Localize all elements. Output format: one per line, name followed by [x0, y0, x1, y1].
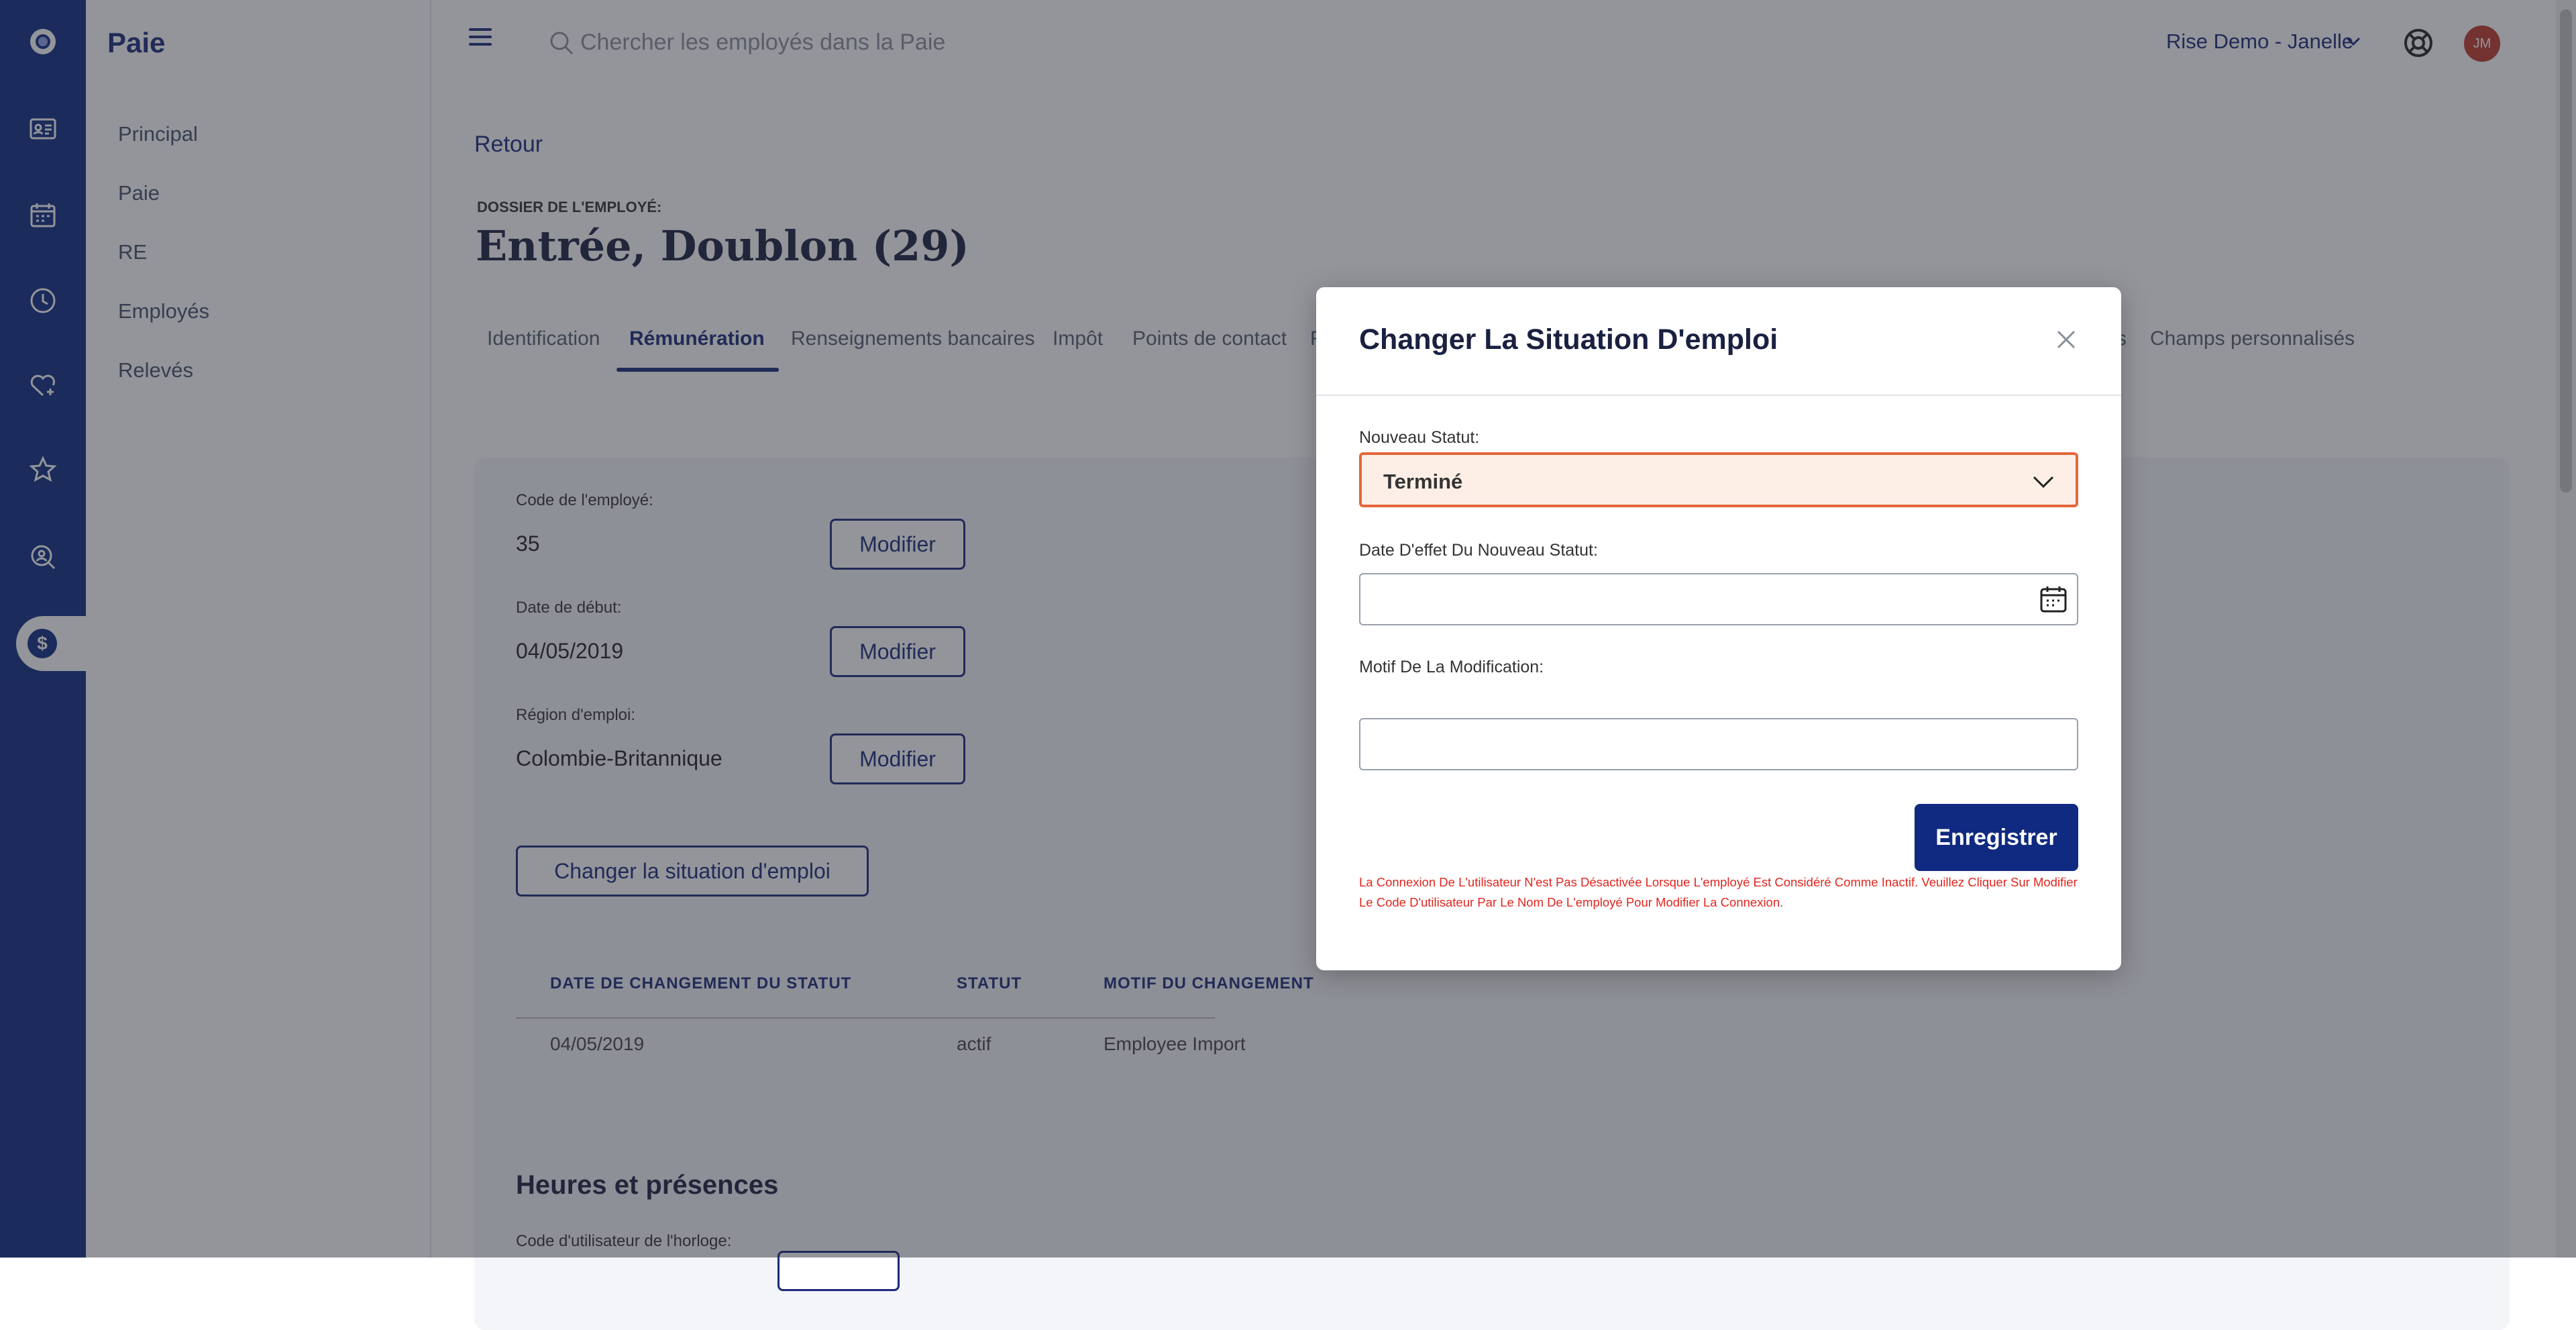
warning-message: La Connexion De L'utilisateur N'est Pas …	[1359, 875, 2078, 909]
dialog-title: Changer La Situation D'emploi	[1359, 323, 1778, 356]
new-status-select[interactable]: Terminé	[1359, 452, 2078, 507]
save-button[interactable]: Enregistrer	[1915, 804, 2078, 871]
new-status-value: Terminé	[1383, 470, 1463, 493]
effective-date-input[interactable]	[1359, 573, 2078, 625]
new-status-label: Nouveau Statut:	[1359, 428, 1480, 447]
modal-backdrop[interactable]	[0, 0, 2576, 1258]
effective-date-label: Date D'effet Du Nouveau Statut:	[1359, 541, 1598, 560]
reason-input[interactable]	[1359, 718, 2078, 770]
dialog-divider	[1316, 395, 2121, 396]
change-status-dialog: Changer La Situation D'emploi Nouveau St…	[1316, 287, 2121, 970]
close-icon[interactable]	[2051, 325, 2081, 354]
reason-label: Motif De La Modification:	[1359, 658, 1544, 676]
chevron-down-icon	[2033, 476, 2054, 489]
calendar-icon[interactable]	[2038, 584, 2069, 615]
